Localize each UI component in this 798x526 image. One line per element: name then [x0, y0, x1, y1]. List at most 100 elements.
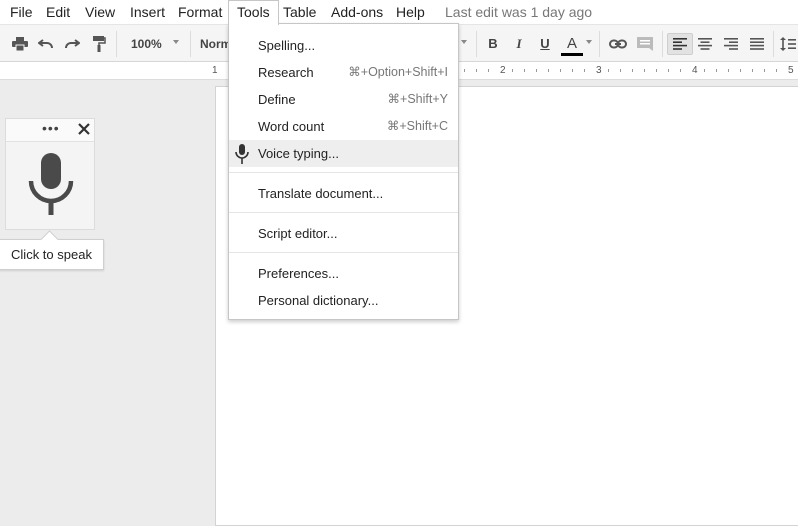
menu-separator: [229, 212, 458, 213]
ruler-number: 1: [212, 65, 218, 76]
ruler-tick: [488, 69, 489, 72]
ruler-tick: [776, 69, 777, 72]
link-icon[interactable]: [606, 33, 630, 55]
undo-icon[interactable]: [36, 33, 56, 55]
ruler-tick: [644, 69, 645, 72]
menu-view[interactable]: View: [77, 0, 123, 24]
text-color-swatch: [561, 53, 583, 56]
ruler-tick: [512, 69, 513, 72]
menu-item-label: Word count: [258, 119, 325, 134]
toolbar-divider: [662, 31, 663, 57]
chevron-down-icon: [173, 40, 179, 44]
ruler-tick: [740, 69, 741, 72]
menu-separator: [229, 252, 458, 253]
ruler-tick: [764, 69, 765, 72]
ruler-tick: [476, 69, 477, 72]
menu-item-label: Define: [258, 92, 296, 107]
redo-icon[interactable]: [62, 33, 82, 55]
menu-item-preferences[interactable]: Preferences...: [229, 260, 458, 287]
ruler-tick: [608, 69, 609, 72]
align-right-icon[interactable]: [720, 33, 742, 55]
ruler-tick: [752, 69, 753, 72]
ruler-number: 3: [596, 65, 602, 76]
align-center-icon[interactable]: [694, 33, 716, 55]
menu-item-word-count[interactable]: Word count ⌘+Shift+C: [229, 113, 458, 140]
menu-format[interactable]: Format: [170, 0, 230, 24]
voice-typing-widget: •••: [5, 118, 95, 230]
menu-item-label: Script editor...: [258, 226, 338, 241]
bold-button[interactable]: B: [482, 33, 504, 55]
text-color-button[interactable]: A: [561, 33, 583, 56]
align-left-icon[interactable]: [667, 33, 693, 55]
ruler-tick: [728, 69, 729, 72]
menubar: File Edit View Insert Format Tools Table…: [0, 0, 798, 25]
ruler-number: 4: [692, 65, 698, 76]
voice-widget-header: •••: [6, 119, 94, 142]
menu-edit[interactable]: Edit: [38, 0, 78, 24]
tools-menu: Spelling... Research ⌘+Option+Shift+I De…: [228, 23, 459, 320]
ruler-tick: [572, 69, 573, 72]
menu-item-script-editor[interactable]: Script editor...: [229, 220, 458, 247]
tooltip-arrow: [40, 230, 59, 249]
ruler-tick: [524, 69, 525, 72]
ruler-tick: [704, 69, 705, 72]
zoom-select[interactable]: 100%: [124, 33, 186, 55]
menu-item-define[interactable]: Define ⌘+Shift+Y: [229, 86, 458, 113]
ruler-tick: [536, 69, 537, 72]
menu-help[interactable]: Help: [388, 0, 433, 24]
menu-separator: [229, 172, 458, 173]
underline-button[interactable]: U: [534, 33, 556, 55]
toolbar-divider: [116, 31, 117, 57]
menu-item-voice-typing[interactable]: Voice typing...: [229, 140, 458, 167]
ruler-number: 2: [500, 65, 506, 76]
chevron-down-icon: [461, 40, 467, 44]
menu-item-label: Research: [258, 65, 314, 80]
ruler-tick: [620, 69, 621, 72]
click-to-speak-tooltip: Click to speak: [0, 230, 104, 270]
menu-item-label: Voice typing...: [258, 146, 339, 161]
menu-item-shortcut: ⌘+Option+Shift+I: [348, 65, 448, 79]
ruler-tick: [716, 69, 717, 72]
menu-insert[interactable]: Insert: [122, 0, 173, 24]
justify-icon[interactable]: [746, 33, 768, 55]
menu-item-label: Personal dictionary...: [258, 293, 379, 308]
menu-item-label: Preferences...: [258, 266, 339, 281]
menu-item-label: Spelling...: [258, 38, 316, 53]
menu-item-research[interactable]: Research ⌘+Option+Shift+I: [229, 59, 458, 86]
toolbar-divider: [599, 31, 600, 57]
ruler-tick: [632, 69, 633, 72]
microphone-icon[interactable]: [28, 153, 74, 220]
menu-item-shortcut: ⌘+Shift+Y: [387, 92, 448, 106]
paragraph-style-select[interactable]: Norm: [200, 33, 231, 55]
toolbar-divider: [773, 31, 774, 57]
menu-item-personal-dictionary[interactable]: Personal dictionary...: [229, 287, 458, 314]
ruler-number: 5: [788, 65, 794, 76]
comment-icon[interactable]: [634, 33, 656, 55]
menu-add-ons[interactable]: Add-ons: [323, 0, 391, 24]
paint-format-icon[interactable]: [89, 33, 109, 55]
ruler-tick: [656, 69, 657, 72]
last-edit-status[interactable]: Last edit was 1 day ago: [445, 0, 592, 24]
toolbar-divider: [476, 31, 477, 57]
menu-item-translate-document[interactable]: Translate document...: [229, 180, 458, 207]
menu-item-spelling[interactable]: Spelling...: [229, 32, 458, 59]
ruler-tick: [680, 69, 681, 72]
more-icon[interactable]: •••: [42, 121, 60, 135]
menu-tools[interactable]: Tools: [228, 0, 279, 25]
ruler-tick: [584, 69, 585, 72]
italic-button[interactable]: I: [508, 33, 530, 55]
ruler-tick: [668, 69, 669, 72]
chevron-down-icon: [586, 40, 592, 44]
print-icon[interactable]: [10, 33, 30, 55]
tooltip-text: Click to speak: [11, 247, 92, 262]
toolbar-divider: [190, 31, 191, 57]
microphone-icon: [235, 144, 249, 169]
menu-item-shortcut: ⌘+Shift+C: [386, 119, 448, 133]
close-icon[interactable]: [77, 122, 91, 136]
ruler-tick: [464, 69, 465, 72]
ruler-tick: [560, 69, 561, 72]
menu-table[interactable]: Table: [275, 0, 324, 24]
line-spacing-icon[interactable]: [779, 33, 797, 55]
menu-file[interactable]: File: [2, 0, 41, 24]
menu-item-label: Translate document...: [258, 186, 384, 201]
